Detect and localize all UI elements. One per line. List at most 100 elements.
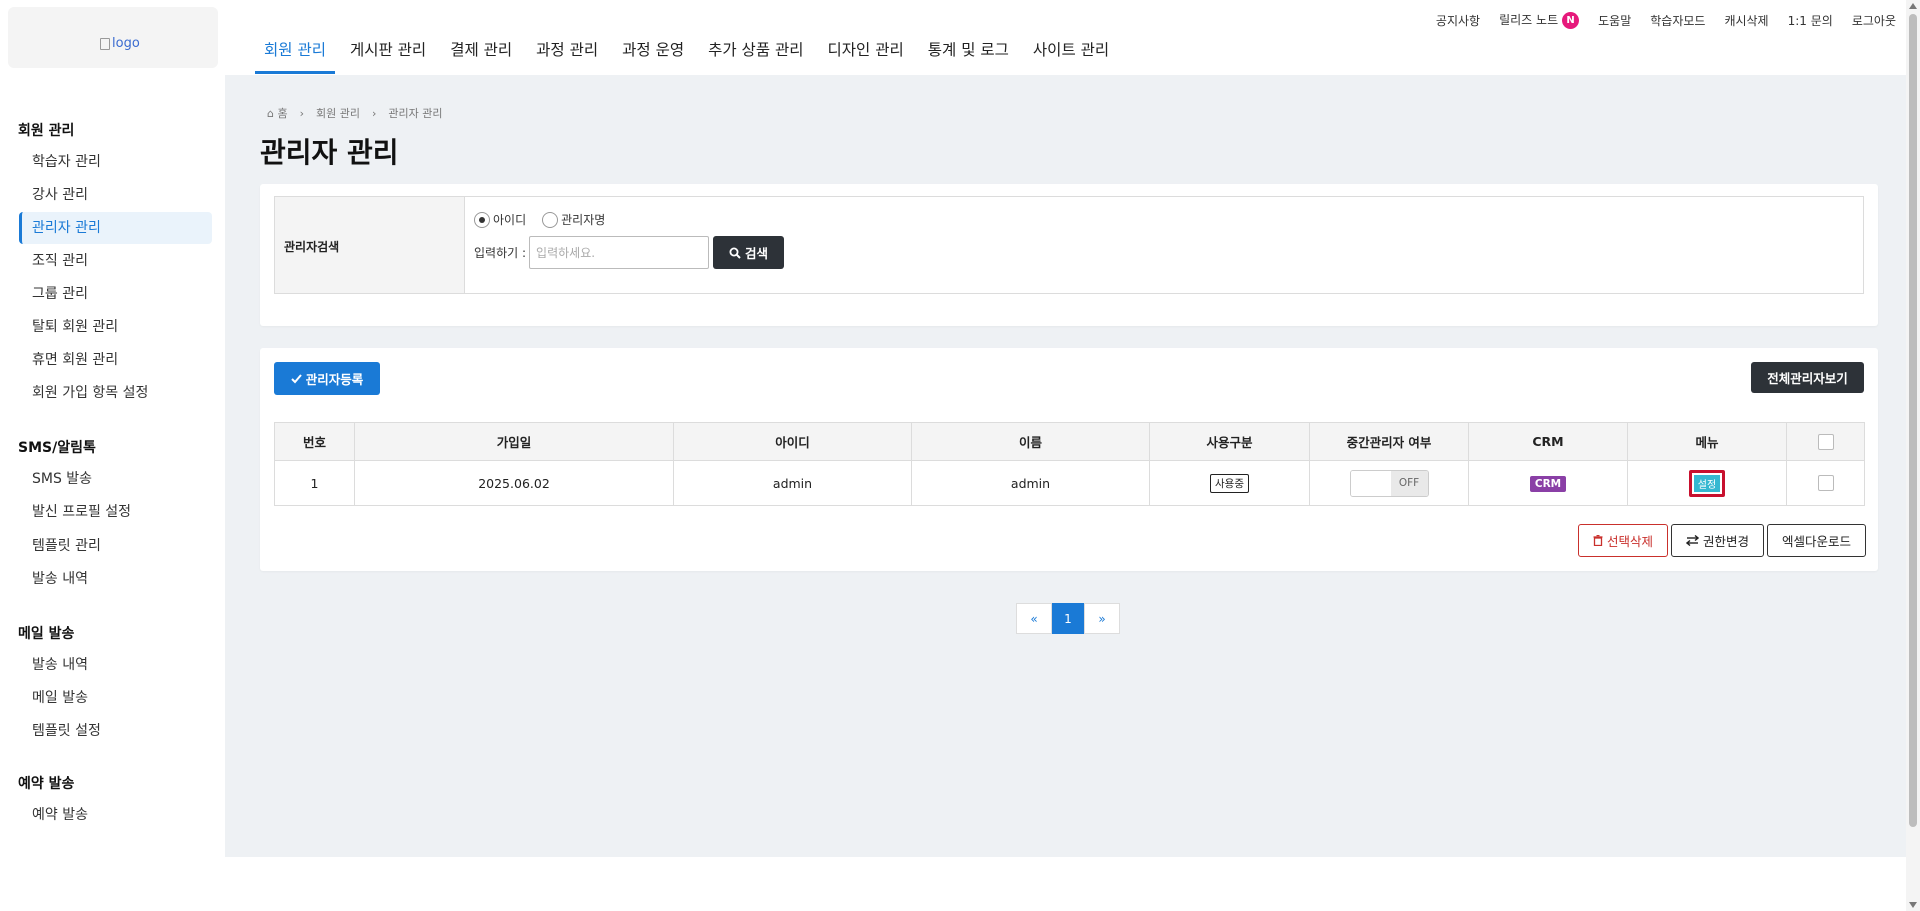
breadcrumb-home[interactable]: ⌂ 홈	[267, 105, 288, 121]
admin-list-panel: 관리자등록 전체관리자보기 번호 가입일 아이디 이름 사용구분 중간관리자 여…	[260, 348, 1878, 571]
gnb-board-management[interactable]: 게시판 관리	[338, 0, 438, 75]
sidebar-item-sender-profile[interactable]: 발신 프로필 설정	[19, 496, 212, 528]
gnb-design-management[interactable]: 디자인 관리	[816, 0, 916, 75]
sidebar-group-mail: 메일 발송	[18, 626, 75, 642]
logo-alt-text: logo	[112, 36, 140, 51]
cell-joined-date: 2025.06.02	[354, 460, 674, 506]
pager-page-current[interactable]: 1	[1052, 603, 1084, 634]
scroll-thumb[interactable]	[1909, 14, 1917, 827]
row-checkbox[interactable]	[1817, 475, 1834, 492]
col-middle-admin: 중간관리자 여부	[1309, 422, 1469, 461]
gnb-additional-products[interactable]: 추가 상품 관리	[696, 0, 815, 75]
cell-id: admin	[673, 460, 912, 506]
col-joined-date: 가입일	[354, 422, 674, 461]
register-admin-button[interactable]: 관리자등록	[274, 362, 380, 395]
util-logout-link[interactable]: 로그아웃	[1852, 12, 1896, 29]
breadcrumb: ⌂ 홈 › 회원 관리 › 관리자 관리	[267, 105, 443, 121]
gnb-payment-management[interactable]: 결제 관리	[438, 0, 524, 75]
toggle-knob	[1350, 470, 1391, 496]
search-button-label: 검색	[745, 247, 769, 261]
logo-image[interactable]: logo	[100, 36, 140, 51]
breadcrumb-home-label: 홈	[277, 107, 288, 120]
logo-area[interactable]: logo	[8, 7, 218, 68]
middle-admin-toggle[interactable]: OFF	[1349, 469, 1429, 497]
main-content: ⌂ 홈 › 회원 관리 › 관리자 관리 관리자 관리 관리자검색 아이디 관리…	[225, 75, 1906, 857]
crm-badge[interactable]: CRM	[1529, 475, 1567, 492]
table-row: 1 2025.06.02 admin admin 사용중 OFF CRM 설정	[274, 460, 1865, 506]
sidebar-item-reserved-send[interactable]: 예약 발송	[19, 799, 212, 831]
list-actions: 선택삭제 권한변경 엑셀다운로드	[1577, 524, 1866, 557]
util-notice-link[interactable]: 공지사항	[1436, 12, 1480, 29]
gnb-member-management[interactable]: 회원 관리	[252, 0, 338, 75]
util-cache-delete-link[interactable]: 캐시삭제	[1724, 12, 1768, 29]
select-all-checkbox[interactable]	[1817, 433, 1834, 450]
search-form: 관리자검색 아이디 관리자명 입력하기 : 검색	[274, 196, 1864, 294]
setting-button[interactable]: 설정	[1688, 469, 1726, 497]
search-input-label: 입력하기 :	[474, 246, 527, 260]
util-learner-mode-link[interactable]: 학습자모드	[1650, 12, 1705, 29]
sidebar-item-admins[interactable]: 관리자 관리	[19, 212, 212, 244]
sidebar-group-reserved: 예약 발송	[18, 776, 75, 792]
sidebar-item-mail-history[interactable]: 발송 내역	[19, 649, 212, 681]
view-all-admins-button[interactable]: 전체관리자보기	[1751, 362, 1864, 393]
sidebar-item-sms-history[interactable]: 발송 내역	[19, 563, 212, 595]
radio-name-label: 관리자명	[561, 213, 606, 227]
setting-button-label: 설정	[1693, 474, 1721, 492]
excel-download-button[interactable]: 엑셀다운로드	[1766, 524, 1866, 557]
sidebar-item-sms-templates[interactable]: 템플릿 관리	[19, 530, 212, 562]
sidebar-item-mail-send[interactable]: 메일 발송	[19, 682, 212, 714]
change-permission-button[interactable]: 권한변경	[1670, 524, 1764, 557]
cell-usage: 사용중	[1149, 460, 1310, 506]
sidebar-item-learners[interactable]: 학습자 관리	[19, 146, 212, 178]
search-label: 관리자검색	[275, 197, 465, 293]
radio-unchecked-icon	[542, 211, 559, 228]
col-crm: CRM	[1468, 422, 1628, 461]
delete-selected-button[interactable]: 선택삭제	[1577, 524, 1668, 557]
search-button[interactable]: 검색	[713, 236, 785, 269]
search-input[interactable]	[529, 236, 710, 269]
col-menu: 메뉴	[1627, 422, 1787, 461]
gnb-stats-logs[interactable]: 통계 및 로그	[916, 0, 1021, 75]
util-release-notes-link[interactable]: 릴리즈 노트 N	[1499, 11, 1580, 29]
broken-image-icon	[100, 37, 110, 50]
cell-menu: 설정	[1627, 460, 1787, 506]
search-type-radios: 아이디 관리자명	[474, 211, 1854, 228]
util-help-link[interactable]: 도움말	[1598, 12, 1631, 29]
radio-search-by-id[interactable]: 아이디	[474, 211, 526, 228]
gnb-course-management[interactable]: 과정 관리	[524, 0, 610, 75]
gnb-site-management[interactable]: 사이트 관리	[1021, 0, 1121, 75]
scroll-down-arrow-icon[interactable]	[1909, 902, 1917, 908]
cell-number: 1	[274, 460, 355, 506]
sidebar-item-mail-templates[interactable]: 템플릿 설정	[19, 715, 212, 747]
page-scrollbar[interactable]	[1906, 0, 1920, 911]
page-title: 관리자 관리	[260, 136, 399, 169]
scroll-up-arrow-icon[interactable]	[1909, 3, 1917, 9]
pager-next[interactable]: »	[1084, 603, 1120, 634]
col-select-all	[1786, 422, 1865, 461]
sidebar-item-organizations[interactable]: 조직 관리	[19, 245, 212, 277]
sidebar-item-signup-fields[interactable]: 회원 가입 항목 설정	[19, 377, 212, 409]
search-icon	[729, 247, 741, 259]
cell-select	[1786, 460, 1865, 506]
home-icon: ⌂	[267, 107, 274, 120]
radio-search-by-name[interactable]: 관리자명	[542, 211, 605, 228]
sidebar: 회원 관리 학습자 관리 강사 관리 관리자 관리 조직 관리 그룹 관리 탈퇴…	[0, 75, 225, 911]
check-icon	[291, 373, 302, 383]
sidebar-group-sms: SMS/알림톡	[18, 440, 96, 456]
exchange-icon	[1685, 535, 1699, 546]
release-notes-label: 릴리즈 노트	[1499, 13, 1559, 27]
breadcrumb-level1[interactable]: 회원 관리	[316, 105, 360, 121]
sidebar-item-dormant-members[interactable]: 휴면 회원 관리	[19, 344, 212, 376]
sidebar-group-member: 회원 관리	[18, 123, 75, 139]
sidebar-item-sms-send[interactable]: SMS 발송	[19, 463, 212, 495]
sidebar-item-groups[interactable]: 그룹 관리	[19, 278, 212, 310]
sidebar-item-withdrawn-members[interactable]: 탈퇴 회원 관리	[19, 311, 212, 343]
sidebar-item-instructors[interactable]: 강사 관리	[19, 179, 212, 211]
cell-name: admin	[911, 460, 1150, 506]
pager-prev[interactable]: «	[1016, 603, 1052, 634]
col-usage: 사용구분	[1149, 422, 1310, 461]
col-name: 이름	[911, 422, 1150, 461]
col-number: 번호	[274, 422, 355, 461]
util-inquiry-link[interactable]: 1:1 문의	[1788, 12, 1833, 29]
gnb-course-operation[interactable]: 과정 운영	[610, 0, 696, 75]
